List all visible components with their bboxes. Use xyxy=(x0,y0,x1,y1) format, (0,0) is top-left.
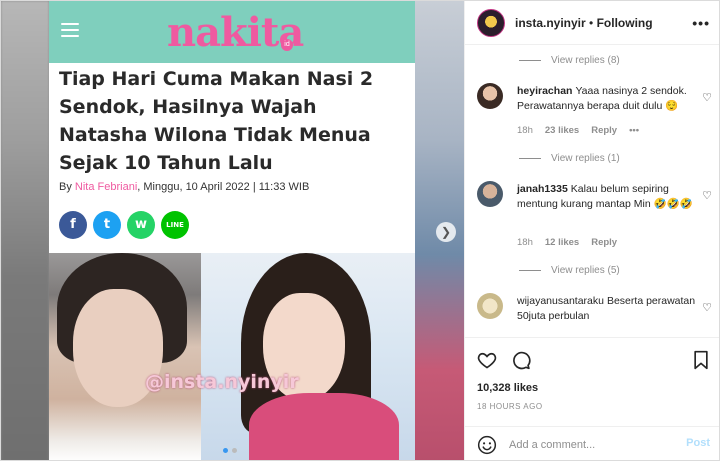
carousel-dot-active xyxy=(223,448,228,453)
reply-button[interactable]: Reply xyxy=(591,237,617,248)
comment-time: 18h xyxy=(517,125,533,136)
comment-likes[interactable]: 23 likes xyxy=(545,125,579,136)
facebook-icon: f xyxy=(59,211,87,239)
more-options-icon[interactable]: ••• xyxy=(692,15,710,31)
comment-more-icon[interactable]: ••• xyxy=(629,125,639,136)
carousel-dots xyxy=(223,448,237,453)
post-header: insta.nyinyir • Following ••• xyxy=(465,1,719,45)
view-replies-button[interactable]: View replies (5) xyxy=(519,265,620,276)
comment-icon[interactable] xyxy=(511,350,531,370)
action-icons xyxy=(477,350,531,370)
post-username[interactable]: insta.nyinyir xyxy=(515,16,586,30)
add-comment-bar: Post xyxy=(465,426,719,460)
view-replies-line xyxy=(519,158,541,159)
byline-author: Nita Febriani xyxy=(74,181,138,193)
article-screenshot: nakita id Tiap Hari Cuma Makan Nasi 2 Se… xyxy=(49,1,415,460)
line-icon: LINE xyxy=(161,211,189,239)
view-replies-button[interactable]: View replies (1) xyxy=(519,153,620,164)
article-byline: By Nita Febriani, Minggu, 10 April 2022 … xyxy=(59,181,309,193)
comment-input[interactable] xyxy=(509,436,669,454)
likes-count[interactable]: 10,328 likes xyxy=(477,382,538,394)
reply-button[interactable]: Reply xyxy=(591,125,617,136)
view-replies-line xyxy=(519,270,541,271)
avatar[interactable] xyxy=(477,9,505,37)
instagram-post-window: nakita id Tiap Hari Cuma Makan Nasi 2 Se… xyxy=(0,0,720,461)
photo-right-portrait xyxy=(201,253,415,460)
post-sidebar: insta.nyinyir • Following ••• View repli… xyxy=(464,1,719,460)
like-heart-icon[interactable]: ♡ xyxy=(702,189,712,202)
view-replies-label: View replies (5) xyxy=(551,265,620,276)
emoji-icon[interactable] xyxy=(477,435,497,455)
avatar[interactable] xyxy=(477,293,503,319)
byline-prefix: By xyxy=(59,181,75,193)
following-button[interactable]: Following xyxy=(597,16,653,30)
hamburger-menu-icon xyxy=(61,23,79,37)
post-header-user: insta.nyinyir • Following xyxy=(515,16,653,30)
post-button[interactable]: Post xyxy=(686,437,710,449)
comments-list: View replies (8) heyirachan Yaaa nasinya … xyxy=(465,45,719,337)
comment-text: janah1335 Kalau belum sepiring mentung ku… xyxy=(517,182,697,212)
share-buttons: f t w LINE xyxy=(59,211,189,239)
photo-right-outfit xyxy=(249,393,399,460)
avatar[interactable] xyxy=(477,181,503,207)
comment-text: heyirachan Yaaa nasinya 2 sendok. Perawat… xyxy=(517,84,697,114)
comment-text: wijayanusantaraku Beserta perawatan 50jut… xyxy=(517,294,697,324)
byline-date: , Minggu, 10 April 2022 | 11:33 WIB xyxy=(137,181,310,193)
article-headline: Tiap Hari Cuma Makan Nasi 2 Sendok, Hasi… xyxy=(59,68,374,174)
view-replies-button[interactable]: View replies (8) xyxy=(519,55,620,66)
view-replies-line xyxy=(519,60,541,61)
heart-icon[interactable] xyxy=(477,350,497,370)
view-replies-label: View replies (1) xyxy=(551,153,620,164)
post-timestamp: 18 HOURS AGO xyxy=(477,402,543,411)
comment-likes[interactable]: 12 likes xyxy=(545,237,579,248)
comment-meta: 18h 23 likes Reply ••• xyxy=(517,125,639,136)
article-photo: @insta.nyinyir xyxy=(49,253,415,460)
watermark-text: @insta.nyinyir xyxy=(145,371,299,393)
like-heart-icon[interactable]: ♡ xyxy=(702,91,712,104)
separator-dot: • xyxy=(589,16,594,30)
whatsapp-icon: w xyxy=(127,211,155,239)
site-header: nakita id xyxy=(49,1,415,63)
comment-time: 18h xyxy=(517,237,533,248)
carousel-dot xyxy=(232,448,237,453)
twitter-icon: t xyxy=(93,211,121,239)
photo-left-portrait xyxy=(49,253,201,460)
comment-username[interactable]: wijayanusantaraku xyxy=(517,295,604,307)
next-arrow-icon[interactable]: ❯ xyxy=(436,222,456,242)
post-media: nakita id Tiap Hari Cuma Makan Nasi 2 Se… xyxy=(1,1,464,460)
post-actions: 10,328 likes 18 HOURS AGO xyxy=(465,337,719,431)
view-replies-label: View replies (8) xyxy=(551,55,620,66)
comment-meta: 18h 12 likes Reply xyxy=(517,237,617,248)
comment-username[interactable]: heyirachan xyxy=(517,85,572,97)
avatar[interactable] xyxy=(477,83,503,109)
comment-username[interactable]: janah1335 xyxy=(517,183,568,195)
site-logo-badge: id xyxy=(281,39,293,51)
bookmark-icon[interactable] xyxy=(692,350,710,370)
media-blurred-background-left xyxy=(1,1,49,460)
like-heart-icon[interactable]: ♡ xyxy=(702,301,712,314)
